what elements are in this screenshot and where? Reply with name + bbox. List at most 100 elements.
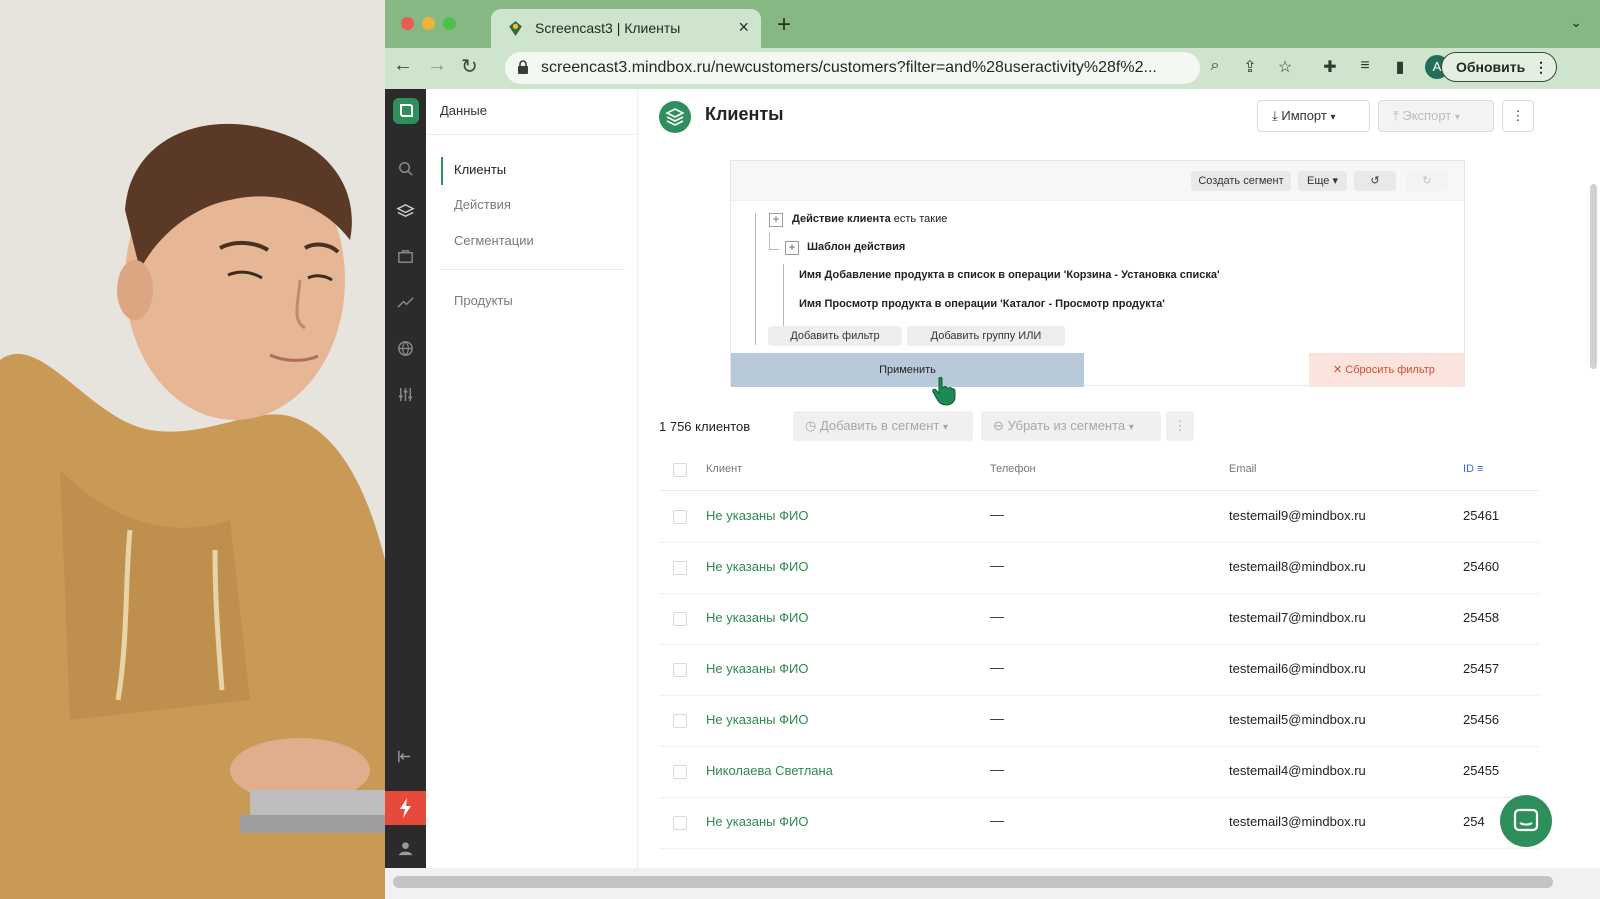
chat-support-button[interactable] <box>1500 795 1552 847</box>
list-more-button[interactable]: ⋮ <box>1166 411 1194 441</box>
reset-filter-button[interactable]: ✕ Сбросить фильтр <box>1309 353 1464 387</box>
customer-phone: — <box>990 608 1004 624</box>
table-row[interactable]: Не указаны ФИО — testemail9@mindbox.ru 2… <box>659 492 1539 543</box>
table-row[interactable]: Не указаны ФИО — testemail3@mindbox.ru 2… <box>659 798 1539 849</box>
row-checkbox[interactable] <box>673 561 687 575</box>
undo-button[interactable]: ↺ <box>1354 171 1396 191</box>
customer-name-link[interactable]: Не указаны ФИО <box>706 712 808 727</box>
sidebar-item-products[interactable]: Продукты <box>454 293 513 308</box>
select-all-checkbox[interactable] <box>673 463 687 477</box>
customer-phone: — <box>990 710 1004 726</box>
tab-search-chevron-icon[interactable]: ⌄ <box>1570 14 1582 31</box>
apply-filter-button[interactable]: Применить <box>731 353 1084 387</box>
column-header-phone[interactable]: Телефон <box>990 463 1036 475</box>
extensions-puzzle-icon[interactable]: ✚ <box>1320 57 1340 77</box>
create-segment-button[interactable]: Создать сегмент <box>1191 171 1291 191</box>
customer-name-link[interactable]: Не указаны ФИО <box>706 610 808 625</box>
import-button[interactable]: ⤓ Импорт ▾ <box>1257 100 1370 132</box>
expand-plus-icon[interactable]: + <box>769 213 783 227</box>
row-checkbox[interactable] <box>673 714 687 728</box>
chevron-down-icon: ▾ <box>1332 175 1338 187</box>
table-row[interactable]: Не указаны ФИО — testemail5@mindbox.ru 2… <box>659 696 1539 747</box>
close-window-button[interactable] <box>401 17 414 30</box>
minimize-window-button[interactable] <box>422 17 435 30</box>
more-dropdown-button[interactable]: Еще ▾ <box>1298 171 1347 191</box>
add-or-group-button[interactable]: Добавить группу ИЛИ <box>907 326 1065 346</box>
customer-phone: — <box>990 761 1004 777</box>
hand-pointer-cursor-icon <box>932 376 956 406</box>
address-bar[interactable]: screencast3.mindbox.ru/newcustomers/cust… <box>505 52 1200 84</box>
filter-condition-template[interactable]: Шаблон действия <box>807 241 905 253</box>
page-title: Клиенты <box>705 104 784 124</box>
forward-arrow-icon[interactable]: → <box>427 54 447 77</box>
close-x-icon: ✕ <box>1333 364 1343 376</box>
sidebar-item-segmentations[interactable]: Сегментации <box>454 233 534 248</box>
user-profile-icon[interactable] <box>396 839 415 858</box>
media-queue-icon[interactable]: ≡ <box>1355 57 1375 77</box>
row-checkbox[interactable] <box>673 510 687 524</box>
customer-name-link[interactable]: Не указаны ФИО <box>706 508 808 523</box>
browser-toolbar: ← → ↻ screencast3.mindbox.ru/newcustomer… <box>385 48 1600 89</box>
expand-plus-icon[interactable]: + <box>785 241 799 255</box>
zoom-window-button[interactable] <box>443 17 456 30</box>
row-checkbox[interactable] <box>673 765 687 779</box>
remove-from-segment-label: Убрать из сегмента <box>1007 418 1126 433</box>
collapse-sidebar-icon[interactable] <box>396 747 415 766</box>
row-checkbox[interactable] <box>673 612 687 626</box>
sidebar-item-customers[interactable]: Клиенты <box>454 162 506 177</box>
horizontal-scrollbar[interactable] <box>385 868 1600 899</box>
customer-id: 25461 <box>1463 508 1500 523</box>
column-header-id[interactable]: ID ≡ <box>1463 463 1483 475</box>
column-header-client[interactable]: Клиент <box>706 463 742 475</box>
filter-condition-action[interactable]: Действие клиента есть такие <box>792 213 947 225</box>
customer-email: testemail9@mindbox.ru <box>1229 508 1366 523</box>
new-tab-icon[interactable]: + <box>777 11 791 39</box>
filter-condition-view-product[interactable]: Имя Просмотр продукта в операции 'Катало… <box>799 298 1165 310</box>
scrollbar-thumb[interactable] <box>393 876 1553 888</box>
add-filter-button[interactable]: Добавить фильтр <box>768 326 902 346</box>
zoom-search-icon[interactable]: ⌕ <box>1205 57 1225 77</box>
table-row[interactable]: Николаева Светлана — testemail4@mindbox.… <box>659 747 1539 798</box>
globe-icon[interactable] <box>396 339 415 358</box>
remove-from-segment-button[interactable]: ⊖ Убрать из сегмента ▾ <box>981 411 1161 441</box>
briefcase-icon[interactable] <box>396 247 415 266</box>
export-button[interactable]: ⤒ Экспорт ▾ <box>1378 100 1494 132</box>
reload-icon[interactable]: ↻ <box>461 54 478 79</box>
update-browser-button[interactable]: Обновить ⋮ <box>1441 52 1557 82</box>
redo-button[interactable]: ↻ <box>1406 171 1448 191</box>
table-row[interactable]: Не указаны ФИО — testemail8@mindbox.ru 2… <box>659 543 1539 594</box>
clock-icon: ◷ <box>805 418 817 433</box>
customer-name-link[interactable]: Не указаны ФИО <box>706 559 808 574</box>
settings-sliders-icon[interactable] <box>396 385 415 404</box>
close-tab-icon[interactable]: × <box>738 17 749 38</box>
vertical-scrollbar[interactable] <box>1590 184 1597 369</box>
export-label: Экспорт <box>1402 108 1452 123</box>
customer-name-link[interactable]: Не указаны ФИО <box>706 661 808 676</box>
share-icon[interactable]: ⇪ <box>1240 57 1260 77</box>
row-checkbox[interactable] <box>673 663 687 677</box>
customer-name-link[interactable]: Не указаны ФИО <box>706 814 808 829</box>
browser-tab-active[interactable]: Screencast3 | Клиенты × <box>491 9 761 48</box>
analytics-trend-icon[interactable] <box>396 293 415 312</box>
url-text: screencast3.mindbox.ru/newcustomers/cust… <box>541 59 1157 76</box>
add-to-segment-button[interactable]: ◷ Добавить в сегмент ▾ <box>793 411 973 441</box>
table-row[interactable]: Не указаны ФИО — testemail7@mindbox.ru 2… <box>659 594 1539 645</box>
mindbox-logo-icon[interactable] <box>393 98 419 124</box>
filter-condition-add-to-list[interactable]: Имя Добавление продукта в список в опера… <box>799 269 1220 281</box>
tree-connector <box>755 213 756 345</box>
sort-icon: ≡ <box>1477 463 1484 475</box>
table-row[interactable]: Не указаны ФИО — testemail6@mindbox.ru 2… <box>659 645 1539 696</box>
browser-menu-icon[interactable]: ⋮ <box>1534 53 1548 81</box>
bookmark-star-icon[interactable]: ☆ <box>1275 57 1295 77</box>
search-icon[interactable] <box>396 159 415 178</box>
data-layers-icon[interactable] <box>396 202 415 221</box>
column-header-email[interactable]: Email <box>1229 463 1257 475</box>
row-checkbox[interactable] <box>673 816 687 830</box>
more-options-button[interactable]: ⋮ <box>1502 100 1534 132</box>
sidebar-item-actions[interactable]: Действия <box>454 197 511 212</box>
quick-actions-button[interactable] <box>385 791 426 825</box>
customer-name-link[interactable]: Николаева Светлана <box>706 763 833 778</box>
chevron-down-icon: ▾ <box>942 422 948 433</box>
side-panel-icon[interactable]: ▮ <box>1390 57 1410 77</box>
back-arrow-icon[interactable]: ← <box>393 54 413 77</box>
